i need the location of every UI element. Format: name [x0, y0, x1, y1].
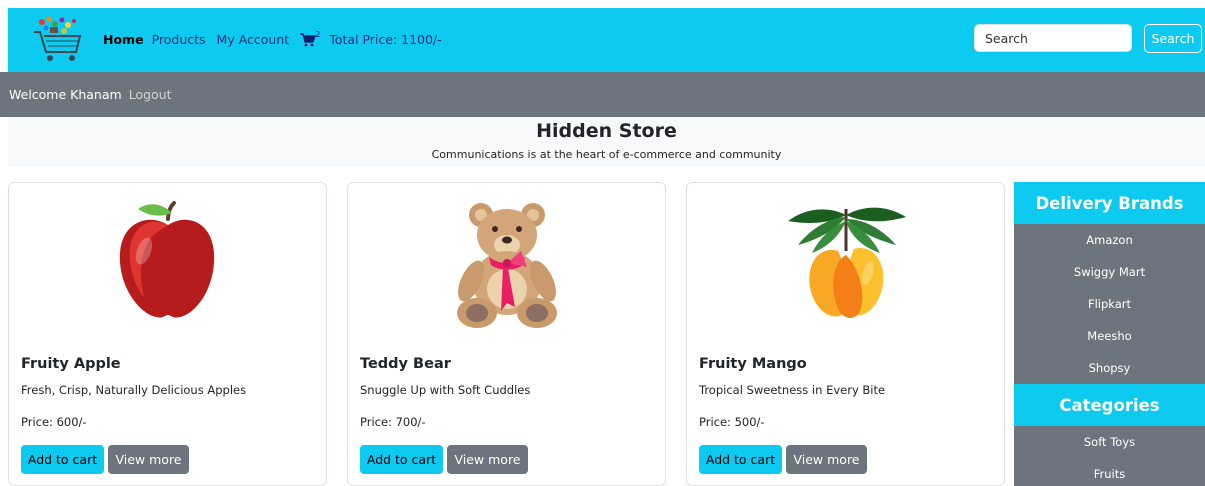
product-description: Tropical Sweetness in Every Bite [699, 383, 886, 397]
sidebar-item-fruits[interactable]: Fruits [1014, 458, 1205, 486]
sidebar-item-amazon[interactable]: Amazon [1014, 224, 1205, 256]
add-to-cart-button[interactable]: Add to cart [360, 445, 443, 474]
store-banner: Hidden Store Communications is at the he… [8, 117, 1205, 167]
view-more-button[interactable]: View more [447, 445, 528, 474]
apple-image [9, 195, 326, 335]
total-price: Total Price: 1100/- [329, 32, 442, 47]
product-description: Fresh, Crisp, Naturally Delicious Apples [21, 383, 247, 397]
user-bar: Welcome Khanam Logout [0, 72, 1205, 117]
welcome-text: Welcome Khanam [9, 87, 122, 102]
mango-image [687, 195, 1004, 335]
top-navbar: Home Products My Account 2 Total Price: … [8, 8, 1205, 72]
sidebar-item-shopsy[interactable]: Shopsy [1014, 352, 1205, 384]
product-title: Teddy Bear [360, 356, 451, 372]
store-logo-icon[interactable] [24, 14, 94, 66]
product-price: Price: 500/- [699, 415, 765, 429]
logout-link[interactable]: Logout [129, 87, 172, 102]
add-to-cart-button[interactable]: Add to cart [21, 445, 104, 474]
search-button[interactable]: Search [1144, 24, 1202, 53]
delivery-brands-heading: Delivery Brands [1014, 182, 1205, 224]
categories-heading: Categories [1014, 384, 1205, 426]
product-card: Teddy Bear Snuggle Up with Soft Cuddles … [347, 182, 666, 486]
nav-my-account-link[interactable]: My Account [217, 32, 290, 47]
store-title: Hidden Store [536, 120, 677, 142]
add-to-cart-button[interactable]: Add to cart [699, 445, 782, 474]
sidebar-item-soft-toys[interactable]: Soft Toys [1014, 426, 1205, 458]
product-description: Snuggle Up with Soft Cuddles [360, 383, 531, 397]
product-price: Price: 600/- [21, 415, 87, 429]
cart-link[interactable]: 2 [300, 29, 321, 47]
sidebar-item-meesho[interactable]: Meesho [1014, 320, 1205, 352]
nav-home-link[interactable]: Home [103, 32, 144, 47]
cart-icon [300, 32, 317, 46]
search-input[interactable] [974, 24, 1132, 52]
nav-products-link[interactable]: Products [152, 32, 206, 47]
product-price: Price: 700/- [360, 415, 426, 429]
product-card: Fruity Mango Tropical Sweetness in Every… [686, 182, 1005, 486]
product-title: Fruity Apple [21, 356, 121, 372]
main-nav: Home Products My Account 2 Total Price: … [103, 29, 442, 48]
cart-count-badge: 2 [315, 29, 321, 39]
sidebar: Delivery Brands Amazon Swiggy Mart Flipk… [1014, 182, 1205, 486]
product-title: Fruity Mango [699, 356, 807, 372]
sidebar-item-swiggy-mart[interactable]: Swiggy Mart [1014, 256, 1205, 288]
sidebar-item-flipkart[interactable]: Flipkart [1014, 288, 1205, 320]
view-more-button[interactable]: View more [108, 445, 189, 474]
product-card: Fruity Apple Fresh, Crisp, Naturally Del… [8, 182, 327, 486]
teddy-bear-image [348, 195, 665, 335]
store-tagline: Communications is at the heart of e-comm… [431, 148, 782, 161]
view-more-button[interactable]: View more [786, 445, 867, 474]
